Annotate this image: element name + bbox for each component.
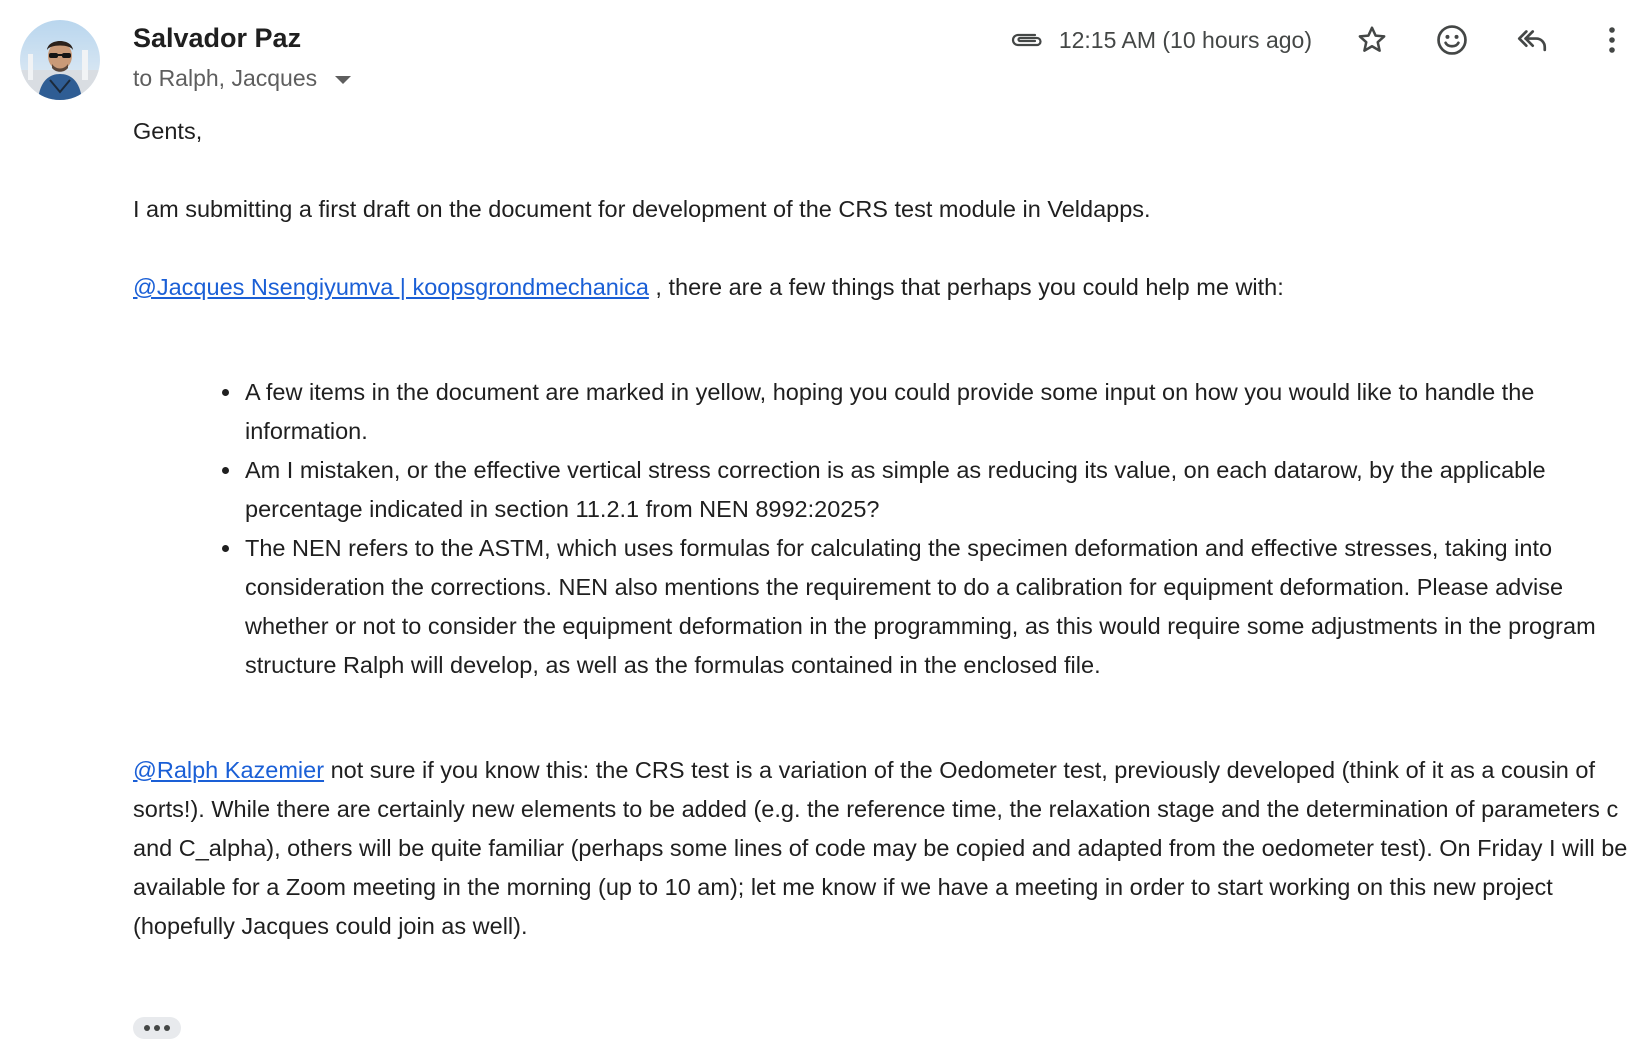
list-item: The NEN refers to the ASTM, which uses f… <box>243 529 1643 685</box>
greeting: Gents, <box>133 118 203 144</box>
show-trimmed-content-button[interactable] <box>133 1017 181 1039</box>
star-icon[interactable] <box>1350 18 1394 62</box>
list-item: A few items in the document are marked i… <box>243 373 1643 451</box>
timestamp[interactable]: 12:15 AM (10 hours ago) <box>1059 27 1312 54</box>
mention-link-ralph[interactable]: @Ralph Kazemier <box>133 757 324 783</box>
mention-paragraph-text: not sure if you know this: the CRS test … <box>133 757 1628 939</box>
avatar[interactable] <box>20 20 100 100</box>
recipients-label: to Ralph, Jacques <box>133 65 318 91</box>
recipients-toggle[interactable]: to Ralph, Jacques <box>133 65 352 92</box>
sender-name[interactable]: Salvador Paz <box>133 23 301 54</box>
dot-icon <box>144 1025 150 1031</box>
email-message: Salvador Paz to Ralph, Jacques 12:15 AM … <box>0 0 1648 1060</box>
mention-link-jacques[interactable]: @Jacques Nsengiyumva | koopsgrondmechani… <box>133 274 649 300</box>
bullet-list: A few items in the document are marked i… <box>133 373 1643 685</box>
mention-paragraph-text: , there are a few things that perhaps yo… <box>648 274 1284 300</box>
message-header-actions: 12:15 AM (10 hours ago) <box>1009 18 1648 62</box>
dot-icon <box>164 1025 170 1031</box>
reply-all-icon[interactable] <box>1510 18 1554 62</box>
chevron-down-icon[interactable] <box>335 76 352 84</box>
message-body: Gents, I am submitting a first draft on … <box>133 112 1643 946</box>
mention-paragraph-ralph: @Ralph Kazemier not sure if you know thi… <box>133 751 1643 946</box>
list-item: Am I mistaken, or the effective vertical… <box>243 451 1643 529</box>
mention-paragraph-jacques: @Jacques Nsengiyumva | koopsgrondmechani… <box>133 268 1643 307</box>
avatar-photo <box>20 20 100 100</box>
emoji-icon[interactable] <box>1430 18 1474 62</box>
attachment-icon <box>1009 28 1045 52</box>
intro-paragraph: I am submitting a first draft on the doc… <box>133 196 1151 222</box>
dot-icon <box>154 1025 160 1031</box>
more-vert-icon[interactable] <box>1590 18 1634 62</box>
